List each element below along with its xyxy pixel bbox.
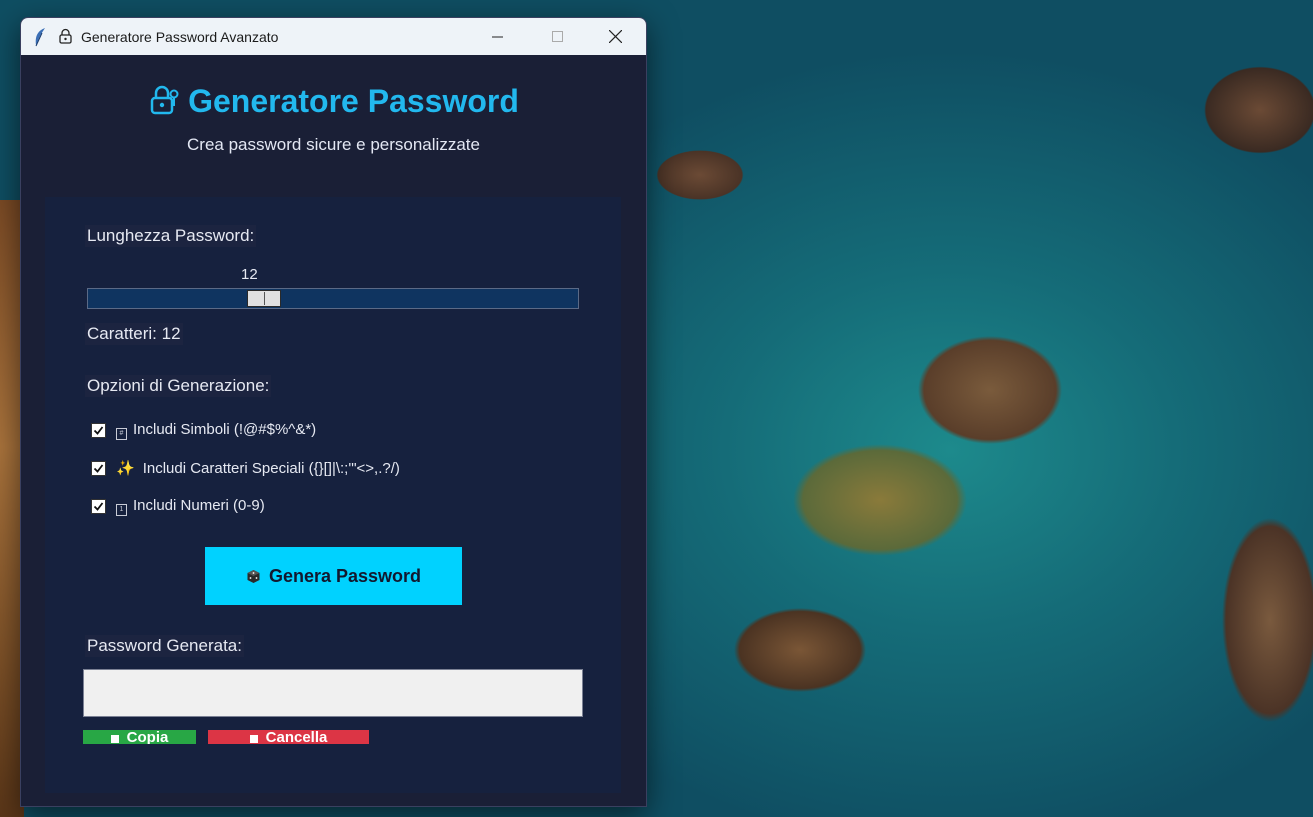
password-output-field[interactable] bbox=[83, 669, 583, 717]
cancel-button-label: Cancella bbox=[265, 730, 328, 744]
maximize-button[interactable] bbox=[528, 18, 586, 55]
maximize-icon bbox=[551, 31, 563, 42]
minimize-button[interactable] bbox=[468, 18, 526, 55]
character-count: Caratteri: 12 bbox=[85, 323, 183, 345]
trash-icon bbox=[249, 735, 258, 743]
feather-icon bbox=[35, 28, 45, 47]
options-label: Opzioni di Generazione: bbox=[85, 375, 272, 397]
option-special-chars[interactable]: ✨ Includi Caratteri Speciali ({}[]|\:;'"<… bbox=[91, 459, 400, 477]
copy-button-label: Copia bbox=[126, 730, 169, 744]
page-title: Generatore Password bbox=[21, 83, 646, 120]
checkmark-icon bbox=[93, 502, 104, 511]
window-title: Generatore Password Avanzato bbox=[81, 29, 279, 45]
title-bar[interactable]: Generatore Password Avanzato bbox=[21, 18, 646, 55]
copy-button[interactable]: Copia bbox=[83, 730, 196, 744]
keycap-icon: # bbox=[116, 428, 127, 440]
slider-value: 12 bbox=[241, 266, 258, 283]
numbers-option-label: 1 Includi Numeri (0-9) bbox=[116, 497, 265, 516]
page-title-text: Generatore Password bbox=[188, 83, 519, 119]
special-chars-checkbox[interactable] bbox=[91, 460, 106, 476]
app-window: Generatore Password Avanzato Generatore … bbox=[20, 17, 647, 807]
generate-password-button[interactable]: Genera Password bbox=[205, 547, 462, 605]
keycap-icon: 1 bbox=[116, 504, 127, 516]
minimize-icon bbox=[491, 36, 503, 38]
length-slider[interactable] bbox=[87, 288, 579, 309]
slider-handle[interactable] bbox=[247, 290, 281, 307]
special-chars-option-label: ✨ Includi Caratteri Speciali ({}[]|\:;'"<… bbox=[116, 460, 400, 477]
symbols-option-label: # Includi Simboli (!@#$%^&*) bbox=[116, 421, 316, 440]
checkmark-icon bbox=[93, 463, 104, 473]
checkmark-icon bbox=[93, 426, 104, 435]
lock-key-icon bbox=[59, 28, 72, 44]
sparkles-icon: ✨ bbox=[116, 460, 135, 477]
close-button[interactable] bbox=[586, 18, 644, 55]
cancel-button[interactable]: Cancella bbox=[208, 730, 369, 744]
output-label: Password Generata: bbox=[85, 635, 244, 657]
close-icon bbox=[608, 30, 622, 43]
numbers-checkbox[interactable] bbox=[91, 499, 106, 514]
option-symbols[interactable]: # Includi Simboli (!@#$%^&*) bbox=[91, 421, 316, 440]
clipboard-icon bbox=[110, 735, 119, 743]
settings-panel: Lunghezza Password: 12 Caratteri: 12 Opz… bbox=[45, 197, 621, 793]
dice-icon bbox=[247, 569, 260, 583]
lock-key-icon bbox=[150, 85, 179, 115]
length-label: Lunghezza Password: bbox=[85, 225, 257, 247]
generate-button-label: Genera Password bbox=[268, 565, 422, 586]
symbols-checkbox[interactable] bbox=[91, 423, 106, 438]
page-subtitle: Crea password sicure e personalizzate bbox=[187, 135, 480, 154]
option-numbers[interactable]: 1 Includi Numeri (0-9) bbox=[91, 497, 265, 516]
